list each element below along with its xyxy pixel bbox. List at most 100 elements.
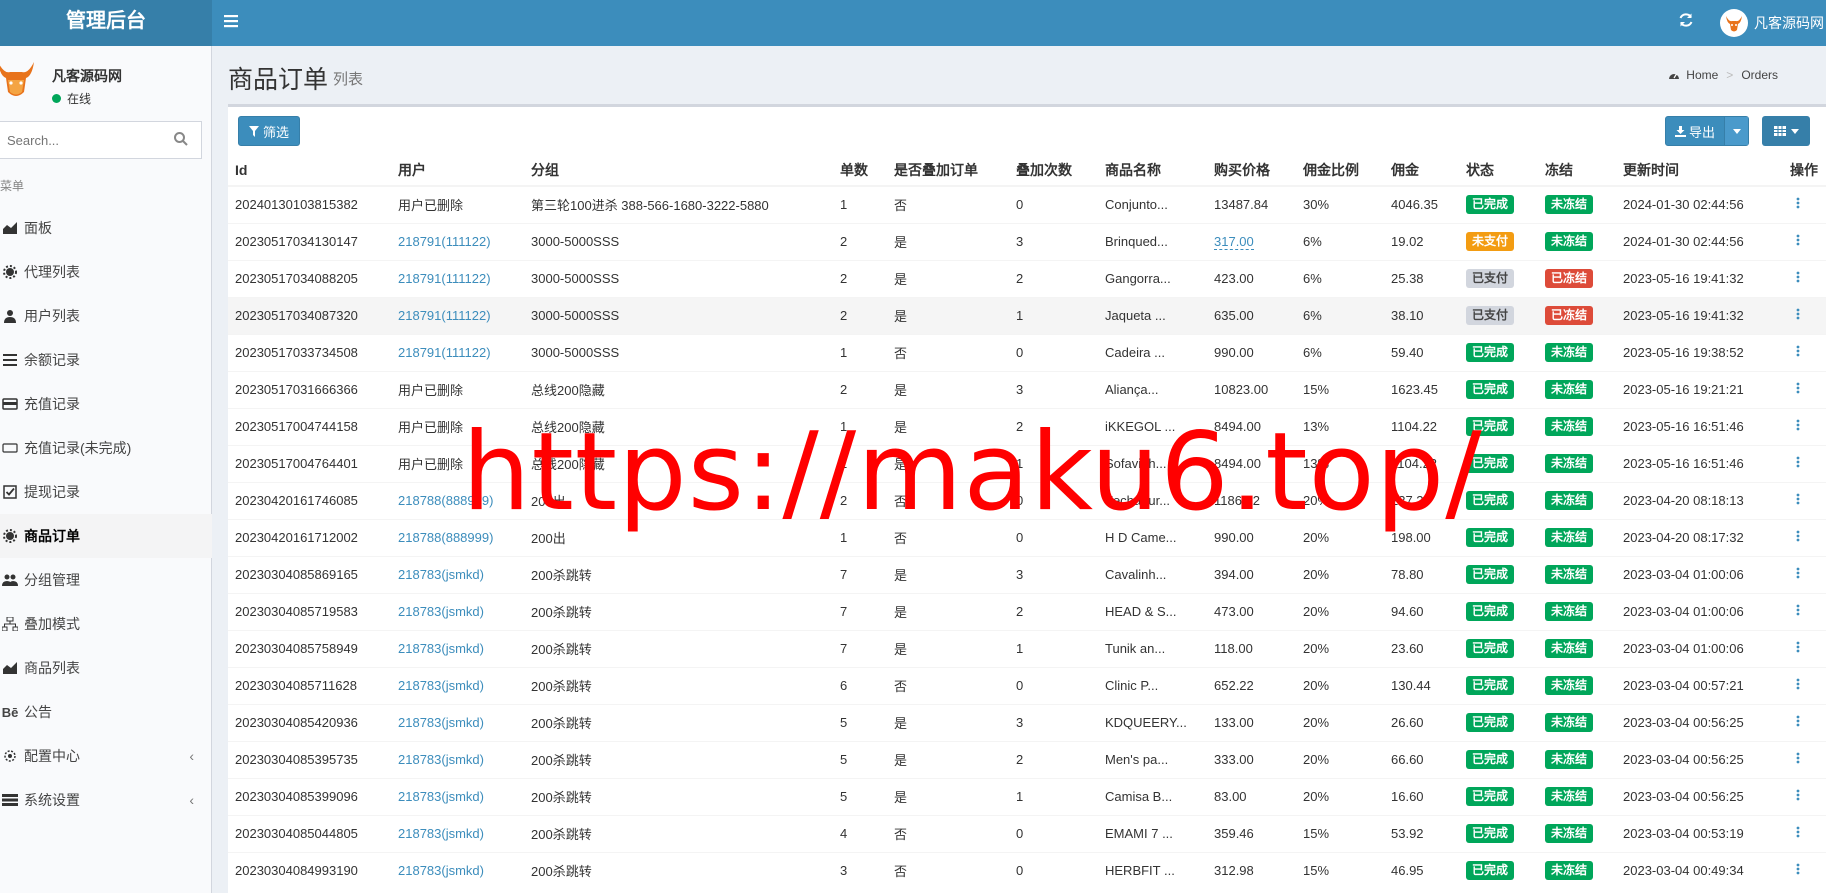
table-row: 20230304085395735 218783(jsmkd) 200杀跳转 5 是 2 M… — [228, 740, 1826, 778]
more-actions-icon[interactable] — [1790, 456, 1800, 471]
export-dropdown-toggle[interactable] — [1724, 117, 1749, 145]
more-actions-icon[interactable] — [1790, 382, 1800, 397]
order-commission-cell: 25.38 — [1384, 259, 1459, 297]
order-price[interactable]: 317.00 — [1214, 234, 1254, 250]
chart-icon — [2, 660, 18, 676]
status-badge: 未支付 — [1466, 232, 1515, 251]
order-user[interactable]: 218783(jsmkd) — [398, 604, 484, 619]
order-id: 20230517031666366 — [235, 382, 358, 397]
order-user[interactable]: 218791(111122) — [398, 308, 491, 323]
more-actions-icon[interactable] — [1790, 752, 1800, 767]
top-navbar: 管理后台 凡客源码网 — [0, 0, 1826, 46]
filter-button[interactable]: 筛选 — [238, 116, 301, 146]
order-group: 200杀跳转 — [531, 827, 592, 842]
sidebar-item-settings[interactable]: 系统设置 ‹ — [0, 778, 212, 822]
export-button[interactable]: 导出 — [1665, 116, 1750, 146]
freeze-badge-cell: 未冻结 — [1538, 222, 1616, 260]
order-user[interactable]: 218783(jsmkd) — [398, 567, 484, 582]
order-user[interactable]: 218791(111122) — [398, 271, 491, 286]
more-actions-icon[interactable] — [1790, 308, 1800, 323]
order-user[interactable]: 218783(jsmkd) — [398, 715, 484, 730]
order-commission-cell: 78.80 — [1384, 555, 1459, 593]
columns-toggle-button[interactable] — [1762, 116, 1810, 146]
order-user[interactable]: 218791(111122) — [398, 345, 491, 360]
order-user[interactable]: 218783(jsmkd) — [398, 826, 484, 841]
order-group: 200杀跳转 — [531, 864, 592, 880]
export-main[interactable]: 导出 — [1666, 117, 1724, 145]
order-group-cell: 200杀跳转 — [524, 740, 833, 778]
sidebar-item-recharge-pending[interactable]: 充值记录(未完成) — [0, 426, 212, 470]
card-icon — [2, 396, 18, 412]
order-rate-cell: 20% — [1296, 481, 1384, 519]
order-id-cell: 20230517031666366 — [228, 370, 391, 408]
refresh-icon[interactable] — [1678, 10, 1694, 34]
sidebar-item-recharge[interactable]: 充值记录 — [0, 382, 212, 426]
more-actions-icon[interactable] — [1790, 271, 1800, 286]
order-user[interactable]: 218788(888999) — [398, 530, 493, 545]
more-actions-icon[interactable] — [1790, 234, 1800, 249]
search-input[interactable] — [0, 122, 159, 158]
status-badge: 已完成 — [1466, 565, 1515, 584]
sidebar-item-users[interactable]: 用户列表 — [0, 294, 212, 338]
order-user[interactable]: 218783(jsmkd) — [398, 641, 484, 656]
export-button-label: 导出 — [1689, 124, 1716, 140]
order-price-cell: 990.00 — [1207, 333, 1296, 371]
user-menu[interactable]: 凡客源码网 — [1720, 6, 1824, 40]
sidebar-item-withdraw[interactable]: 提现记录 — [0, 470, 212, 514]
order-price: 394.00 — [1214, 567, 1254, 582]
more-actions-icon[interactable] — [1790, 567, 1800, 582]
order-commission: 26.60 — [1391, 715, 1424, 730]
order-rate-cell: 20% — [1296, 555, 1384, 593]
more-actions-icon[interactable] — [1790, 345, 1800, 360]
order-stack-times-cell: 0 — [1009, 851, 1098, 889]
more-actions-icon[interactable] — [1790, 641, 1800, 656]
more-actions-icon[interactable] — [1790, 715, 1800, 730]
more-actions-icon[interactable] — [1790, 493, 1800, 508]
order-rate-cell: 20% — [1296, 592, 1384, 630]
order-group-cell: 200杀跳转 — [524, 555, 833, 593]
sidebar-item-announcement[interactable]: Bē 公告 — [0, 690, 212, 734]
order-user[interactable]: 218788(888999) — [398, 493, 493, 508]
more-actions-icon[interactable] — [1790, 826, 1800, 841]
more-actions-icon[interactable] — [1790, 197, 1800, 212]
more-actions-icon[interactable] — [1790, 604, 1800, 619]
sidebar-item-agents[interactable]: 代理列表 — [0, 250, 212, 294]
order-user-cell: 用户已删除 — [391, 185, 524, 223]
more-actions-icon[interactable] — [1790, 863, 1800, 878]
sidebar-item-groups[interactable]: 分组管理 — [0, 558, 212, 602]
order-stack-times: 3 — [1016, 234, 1024, 249]
more-actions-icon[interactable] — [1790, 419, 1800, 434]
order-group-cell: 第三轮100进杀 388-566-1680-3222-5880 — [524, 185, 833, 223]
order-user-cell: 218783(jsmkd) — [391, 740, 524, 778]
sidebar-toggle-icon[interactable] — [224, 10, 248, 34]
search-icon[interactable] — [173, 131, 191, 149]
order-user[interactable]: 218791(111122) — [398, 234, 491, 249]
sidebar-item-config[interactable]: 配置中心 ‹ — [0, 734, 212, 778]
order-price: 118.00 — [1214, 641, 1253, 656]
order-stack-times: 0 — [1016, 678, 1024, 693]
column-header: 购买价格 — [1207, 154, 1296, 187]
order-group-cell: 200杀跳转 — [524, 666, 833, 704]
more-actions-icon[interactable] — [1790, 789, 1800, 804]
order-user[interactable]: 218783(jsmkd) — [398, 863, 484, 878]
order-user[interactable]: 218783(jsmkd) — [398, 678, 484, 693]
order-product: Tunik an... — [1105, 641, 1166, 656]
order-user[interactable]: 218783(jsmkd) — [398, 789, 484, 804]
sidebar-item-stack-mode[interactable]: 叠加模式 — [0, 602, 212, 646]
order-group: 200杀跳转 — [531, 679, 592, 694]
behance-icon: Bē — [1, 704, 19, 720]
sidebar-item-balance[interactable]: 余额记录 — [0, 338, 212, 382]
order-user[interactable]: 218783(jsmkd) — [398, 752, 484, 767]
more-actions-icon[interactable] — [1790, 530, 1800, 545]
order-group-cell: 3000-5000SSS — [524, 222, 833, 260]
sidebar-item-products[interactable]: 商品列表 — [0, 646, 212, 690]
order-user-cell: 218783(jsmkd) — [391, 851, 524, 889]
more-actions-icon[interactable] — [1790, 678, 1800, 693]
brand-logo[interactable]: 管理后台 — [0, 0, 212, 46]
order-rate: 30% — [1303, 197, 1330, 213]
breadcrumb-home[interactable]: Home — [1686, 68, 1718, 82]
order-id-cell: 20230304085420936 — [228, 703, 391, 741]
sidebar-item-orders[interactable]: 商品订单 — [0, 514, 212, 558]
order-stack: 是 — [894, 272, 908, 287]
sidebar-item-dashboard[interactable]: 面板 — [0, 206, 212, 250]
